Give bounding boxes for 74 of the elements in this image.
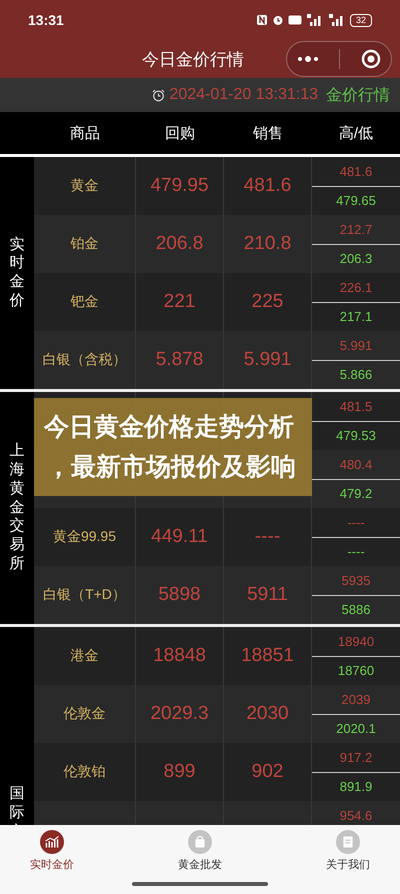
price-value: 206.8 [156, 233, 204, 255]
price-value: 479.95 [150, 175, 209, 197]
high-price: ---- [347, 514, 365, 530]
headline-text: 今日黄金价格走势分析 [44, 412, 294, 443]
product-name: 钯金 [70, 293, 98, 311]
section-label: 实时金价 [10, 236, 24, 310]
low-price: 18760 [338, 663, 374, 678]
alarm-icon [272, 14, 284, 26]
product-name: 港金 [70, 647, 98, 665]
alarm-clock-icon [152, 88, 166, 102]
nfc-icon [256, 14, 268, 26]
low-price: 479.2 [340, 486, 372, 502]
low-price: 2020.1 [336, 721, 376, 736]
product-name: 黄金99.95 [52, 528, 116, 546]
document-icon [335, 830, 361, 854]
product-name: 白银（含税） [42, 351, 126, 369]
price-value: 18851 [241, 645, 294, 667]
price-value: ---- [254, 526, 280, 548]
column-header: 销售 [252, 124, 284, 142]
high-price: 917.2 [340, 750, 372, 765]
close-icon[interactable] [360, 49, 381, 69]
high-price: 481.6 [340, 164, 372, 179]
price-value: 5898 [158, 584, 201, 606]
high-price: 5935 [342, 572, 370, 588]
column-header: 回购 [164, 124, 196, 142]
more-icon[interactable] [297, 55, 320, 63]
product-name: 白银（T+D） [43, 586, 126, 604]
section-label: 上海黄金交易所 [10, 442, 24, 574]
battery-level: 32 [350, 14, 372, 26]
price-value: 899 [164, 761, 196, 783]
low-price: 479.53 [336, 428, 376, 444]
high-price: 212.7 [340, 222, 372, 237]
price-value: 5.878 [156, 349, 204, 371]
low-price: 479.65 [336, 193, 376, 208]
high-price: 226.1 [340, 280, 372, 295]
tab-item[interactable]: 关于我们 [314, 830, 382, 872]
price-value: 481.6 [244, 175, 292, 197]
high-price: 480.4 [340, 456, 372, 472]
price-value: 225 [252, 291, 284, 313]
price-value: 5.991 [244, 349, 292, 371]
high-price: 481.5 [340, 398, 372, 414]
market-label: 金价行情 [326, 86, 390, 106]
product-name: 伦敦铂 [64, 763, 106, 781]
price-value: 2030 [246, 703, 289, 725]
headline-text: ，最新市场报价及影响 [45, 452, 296, 483]
high-price: 954.6 [340, 808, 372, 823]
price-value: 221 [164, 291, 196, 313]
price-value: 5911 [247, 584, 288, 606]
high-price: 18940 [338, 634, 374, 649]
high-price: 2039 [342, 692, 370, 707]
low-price: 217.1 [340, 309, 372, 324]
price-value: 210.8 [244, 233, 292, 255]
status-time: 13:31 [28, 12, 64, 28]
column-header: 商品 [69, 124, 101, 142]
low-price: 5886 [342, 602, 370, 618]
price-value: 902 [252, 761, 284, 783]
product-name: 铂金 [70, 235, 98, 253]
tab-item[interactable]: 黄金批发 [166, 830, 234, 872]
page-title: 今日金价行情 [142, 48, 244, 70]
update-time: 2024-01-20 13:31:13 [169, 86, 318, 104]
price-value: 2029.3 [150, 703, 209, 725]
chart-icon [39, 830, 65, 854]
column-header: 高/低 [338, 124, 374, 142]
low-price: 5.866 [340, 367, 372, 382]
product-name: 伦敦金 [64, 705, 106, 723]
tab-item[interactable]: 实时金价 [18, 830, 86, 872]
low-price: 891.9 [340, 779, 372, 794]
product-name: 黄金 [70, 177, 98, 195]
low-price: 206.3 [340, 251, 372, 266]
price-value: 449.11 [151, 526, 208, 548]
high-price: 5.991 [340, 338, 372, 353]
price-value: 18848 [153, 645, 206, 667]
shopping-bag-icon [187, 830, 213, 854]
low-price: ---- [347, 544, 365, 560]
